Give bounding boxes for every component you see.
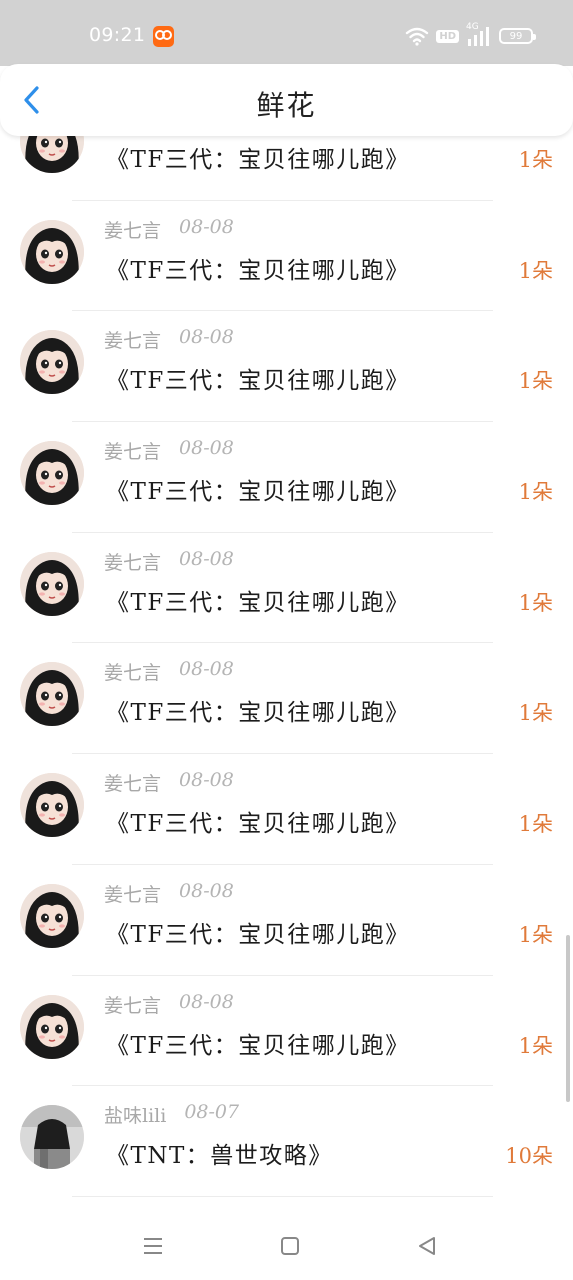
flower-count: 1朵 xyxy=(518,258,553,283)
username[interactable]: 姜七言 xyxy=(104,880,161,907)
item-date: 08-08 xyxy=(179,215,234,238)
app-badge-icon xyxy=(153,26,174,47)
item-date: 08-07 xyxy=(184,1101,240,1124)
item-meta: 姜七言 08-08 xyxy=(104,216,234,243)
item-meta: 姜七言 08-08 xyxy=(104,437,234,464)
hd-icon: HD xyxy=(436,29,459,43)
home-icon xyxy=(281,1237,299,1255)
back-nav-button[interactable] xyxy=(413,1232,441,1260)
item-date: 08-08 xyxy=(179,769,234,792)
item-meta: 姜七言 08-08 xyxy=(104,991,234,1018)
list-item[interactable]: 姜七言 08-08 《TF三代：宝贝往哪儿跑》 1朵 xyxy=(0,201,573,312)
list-item[interactable]: 姜七言 08-08 《TF三代：宝贝往哪儿跑》 1朵 xyxy=(0,976,573,1087)
list-item[interactable]: 姜七言 08-08 《TF三代：宝贝往哪儿跑》 1朵 xyxy=(0,136,573,201)
item-date: 08-08 xyxy=(179,879,234,902)
item-meta: 姜七言 08-08 xyxy=(104,769,234,796)
list-item[interactable]: 姜七言 08-08 《TF三代：宝贝往哪儿跑》 1朵 xyxy=(0,865,573,976)
username[interactable]: 姜七言 xyxy=(104,769,161,796)
avatar[interactable] xyxy=(20,330,84,395)
status-icons: HD 4G 99 xyxy=(405,22,536,48)
book-title[interactable]: 《TF三代：宝贝往哪儿跑》 xyxy=(106,251,410,285)
username[interactable]: 盐味lili xyxy=(104,1101,166,1128)
username[interactable]: 姜七言 xyxy=(104,548,161,575)
divider xyxy=(72,1195,493,1197)
page-header: 鲜花 xyxy=(0,64,573,136)
flower-count: 1朵 xyxy=(518,590,553,615)
item-date: 08-08 xyxy=(179,437,234,460)
avatar[interactable] xyxy=(20,1105,84,1170)
avatar[interactable] xyxy=(20,883,84,948)
flower-count: 1朵 xyxy=(518,1033,553,1058)
username[interactable]: 姜七言 xyxy=(104,658,161,685)
item-meta: 盐味lili 08-07 xyxy=(104,1101,239,1128)
book-title[interactable]: 《TNT：兽世攻略》 xyxy=(106,1136,333,1170)
flower-count: 1朵 xyxy=(518,480,553,505)
scrollbar[interactable] xyxy=(566,935,570,1102)
flower-count: 1朵 xyxy=(518,369,553,394)
avatar[interactable] xyxy=(20,136,84,173)
username[interactable]: 姜七言 xyxy=(104,991,161,1018)
avatar[interactable] xyxy=(20,773,84,838)
avatar[interactable] xyxy=(20,662,84,727)
list-item[interactable]: 姜七言 08-08 《TF三代：宝贝往哪儿跑》 1朵 xyxy=(0,754,573,865)
status-time: 09:21 xyxy=(89,24,146,46)
book-title[interactable]: 《TF三代：宝贝往哪儿跑》 xyxy=(106,693,410,727)
item-meta: 姜七言 08-08 xyxy=(104,326,234,353)
flower-count: 1朵 xyxy=(518,148,553,172)
list-item[interactable]: 姜七言 08-08 《TF三代：宝贝往哪儿跑》 1朵 xyxy=(0,422,573,533)
avatar[interactable] xyxy=(20,441,84,506)
menu-icon xyxy=(144,1238,162,1254)
book-title[interactable]: 《TF三代：宝贝往哪儿跑》 xyxy=(106,915,410,949)
battery-level: 99 xyxy=(509,30,523,42)
page-title: 鲜花 xyxy=(256,89,317,122)
list-item[interactable]: 盐味lili 08-07 《TNT：兽世攻略》 10朵 xyxy=(0,1086,573,1197)
menu-button[interactable] xyxy=(139,1232,167,1260)
book-title[interactable]: 《TF三代：宝贝往哪儿跑》 xyxy=(106,472,410,506)
home-button[interactable] xyxy=(276,1232,304,1260)
book-title[interactable]: 《TF三代：宝贝往哪儿跑》 xyxy=(106,804,410,838)
book-title[interactable]: 《TF三代：宝贝往哪儿跑》 xyxy=(106,140,410,174)
list-item[interactable]: 姜七言 08-08 《TF三代：宝贝往哪儿跑》 1朵 xyxy=(0,533,573,644)
item-meta: 姜七言 08-08 xyxy=(104,658,234,685)
item-date: 08-08 xyxy=(179,547,234,570)
flower-count: 1朵 xyxy=(518,812,553,837)
system-nav-bar xyxy=(0,1210,573,1280)
book-title[interactable]: 《TF三代：宝贝往哪儿跑》 xyxy=(106,1026,410,1060)
avatar[interactable] xyxy=(20,219,84,284)
book-title[interactable]: 《TF三代：宝贝往哪儿跑》 xyxy=(106,583,410,617)
item-meta: 姜七言 08-08 xyxy=(104,548,234,575)
avatar[interactable] xyxy=(20,994,84,1059)
item-meta: 姜七言 08-08 xyxy=(104,880,234,907)
status-bar: 09:21 HD 4G 99 xyxy=(0,0,573,66)
list-item[interactable]: 姜七言 08-08 《TF三代：宝贝往哪儿跑》 1朵 xyxy=(0,643,573,755)
username[interactable]: 姜七言 xyxy=(104,326,161,353)
list-item[interactable]: 姜七言 08-08 《TF三代：宝贝往哪儿跑》 1朵 xyxy=(0,311,573,423)
back-triangle-icon xyxy=(419,1237,435,1255)
item-date: 08-08 xyxy=(179,326,234,349)
flower-count: 1朵 xyxy=(518,922,553,947)
username[interactable]: 姜七言 xyxy=(104,437,161,464)
flower-list[interactable]: 姜七言 08-08 《TF三代：宝贝往哪儿跑》 1朵 姜七言 08-08 《TF… xyxy=(0,136,573,1210)
item-date: 08-08 xyxy=(179,990,234,1013)
signal-icon: 4G xyxy=(466,22,492,47)
username[interactable]: 姜七言 xyxy=(104,216,161,243)
avatar[interactable] xyxy=(20,551,84,616)
flower-count: 1朵 xyxy=(518,701,553,726)
item-date: 08-08 xyxy=(179,658,234,681)
flower-count: 10朵 xyxy=(505,1144,553,1169)
book-title[interactable]: 《TF三代：宝贝往哪儿跑》 xyxy=(106,361,410,395)
wifi-icon xyxy=(405,26,429,46)
battery-icon: 99 xyxy=(499,28,536,44)
